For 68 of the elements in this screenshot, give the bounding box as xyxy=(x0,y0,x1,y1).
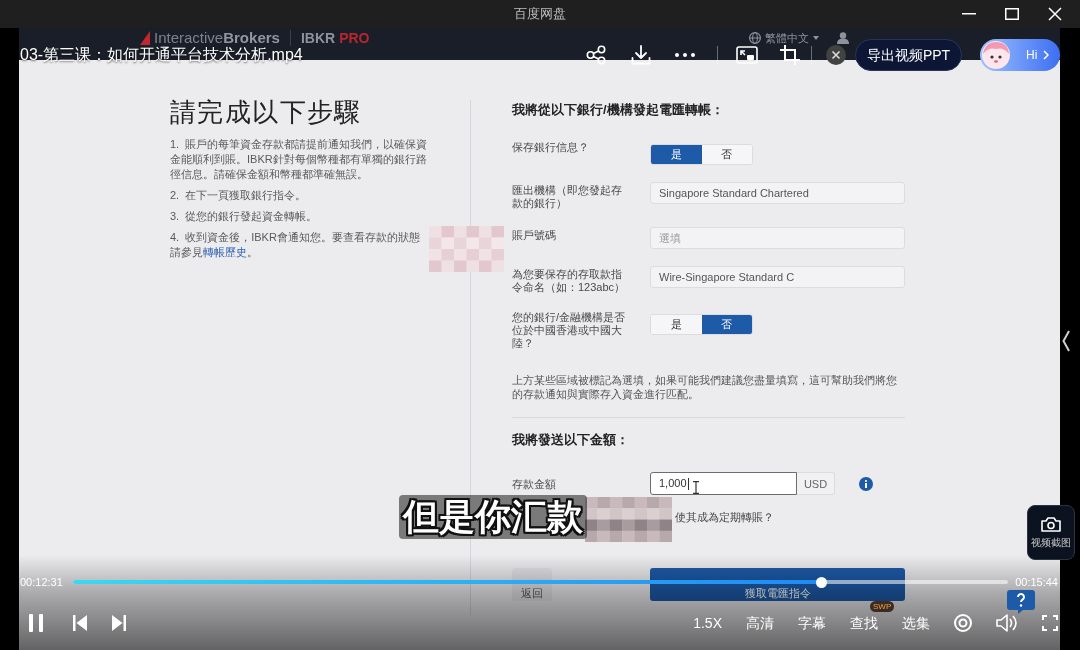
share-icon[interactable] xyxy=(586,45,606,65)
progress-thumb[interactable] xyxy=(815,576,827,588)
toggle-option[interactable]: 否 xyxy=(701,315,752,334)
screenshot-button[interactable]: 视频截图 xyxy=(1027,505,1075,560)
player-option[interactable]: 字幕 xyxy=(798,614,826,632)
download-icon[interactable] xyxy=(631,45,651,65)
skip-back-icon[interactable] xyxy=(73,615,87,631)
total-time: 00:15:44 xyxy=(1015,575,1058,589)
subtitle-caption: 但是你汇款 xyxy=(399,495,587,539)
language-selector[interactable]: 繁體中文 xyxy=(765,31,810,45)
export-ppt-button[interactable]: 导出视频PPT xyxy=(855,39,962,71)
field-label: 賬戶號碼 xyxy=(512,228,557,242)
maximize-icon[interactable] xyxy=(1005,8,1019,20)
avatar-icon xyxy=(982,41,1010,69)
globe-icon[interactable] xyxy=(749,32,762,44)
get-instructions-button[interactable]: 獲取電匯指令 xyxy=(650,568,905,601)
close-icon[interactable] xyxy=(826,45,846,65)
step-text: 4. 收到資金後，IBKR會通知您。要查看存款的狀態請參見轉帳歷史。 xyxy=(170,230,421,260)
logo-text: InteractiveBrokers xyxy=(154,30,280,46)
window-title: 百度网盘 xyxy=(514,6,566,22)
camera-icon xyxy=(1041,516,1061,532)
toggle-option[interactable]: 是 xyxy=(651,145,702,164)
field-label: 保存銀行信息？ xyxy=(512,141,590,154)
page-heading: 請完成以下步驟 xyxy=(170,96,363,128)
skip-forward-icon[interactable] xyxy=(112,615,126,631)
hint-text: 上方某些區域被標記為選填，如果可能我們建議您盡量填寫，這可幫助我們將您的存款通知與實際存入資金進行匹配。 xyxy=(512,373,898,401)
amount-field[interactable]: 1,000 xyxy=(650,472,797,495)
fullscreen-icon[interactable] xyxy=(1042,615,1058,631)
logo-icon xyxy=(140,31,150,45)
text-field[interactable]: Wire-Singapore Standard C xyxy=(650,266,905,288)
info-icon[interactable] xyxy=(859,476,873,491)
video-title: 03-第三课：如何开通平台技术分析.mp4 xyxy=(20,46,303,64)
currency-addon: USD xyxy=(797,472,835,495)
field-label: 存款金額 xyxy=(512,476,557,491)
picture-in-picture-icon[interactable] xyxy=(736,46,758,64)
current-time: 00:12:31 xyxy=(20,575,63,589)
person-icon[interactable] xyxy=(837,32,850,44)
text-field[interactable]: Singapore Standard Chartered xyxy=(650,182,905,204)
feature-badge: SWP xyxy=(870,601,895,612)
question-text: 使其成為定期轉賬？ xyxy=(675,510,774,524)
history-link[interactable]: 轉帳歷史 xyxy=(203,246,247,258)
caret-down-icon[interactable] xyxy=(813,36,820,40)
player-option[interactable]: 选集 xyxy=(902,614,930,632)
field-label: 您的銀行/金融機構是否位於中國香港或中國大陸？ xyxy=(512,311,627,350)
field-label: 為您要保存的存取款指令命名（如：123abc） xyxy=(512,267,627,294)
edition-label: PRO xyxy=(339,30,370,46)
assistant-button[interactable]: Hi xyxy=(980,39,1060,71)
player-option[interactable]: 查找 xyxy=(850,614,878,632)
crop-icon[interactable] xyxy=(780,45,800,65)
section-heading: 我將發送以下金額： xyxy=(512,432,630,448)
minimize-icon[interactable] xyxy=(962,13,976,15)
step-text: 2. 在下一頁獲取銀行指令。 xyxy=(170,188,308,203)
ring-icon[interactable] xyxy=(954,614,972,632)
step-text: 1. 賬戶的每筆資金存款都請提前通知我們，以確保資金能順利到賬。IBKR針對每個幣種都有單獨的銀行路徑信息。請確保金額和幣種都準確無誤。 xyxy=(170,137,429,182)
close-icon[interactable] xyxy=(1048,7,1062,21)
pause-icon[interactable] xyxy=(29,614,43,632)
product-name: IBKR xyxy=(300,30,336,46)
text-cursor-icon xyxy=(692,481,700,494)
field-label: 匯出機構（即您發起存款的銀行） xyxy=(512,183,623,210)
more-icon[interactable] xyxy=(675,53,695,57)
player-option[interactable]: 高清 xyxy=(746,614,774,632)
step-text: 3. 從您的銀行發起資金轉帳。 xyxy=(170,209,319,224)
volume-icon[interactable] xyxy=(996,614,1018,632)
player-option[interactable]: 1.5X xyxy=(693,614,722,632)
chevron-left-icon[interactable] xyxy=(1062,330,1070,352)
form-heading: 我將從以下銀行/機構發起電匯轉帳： xyxy=(512,102,725,118)
help-icon[interactable] xyxy=(1006,589,1036,615)
chevron-right-icon xyxy=(1043,50,1050,60)
